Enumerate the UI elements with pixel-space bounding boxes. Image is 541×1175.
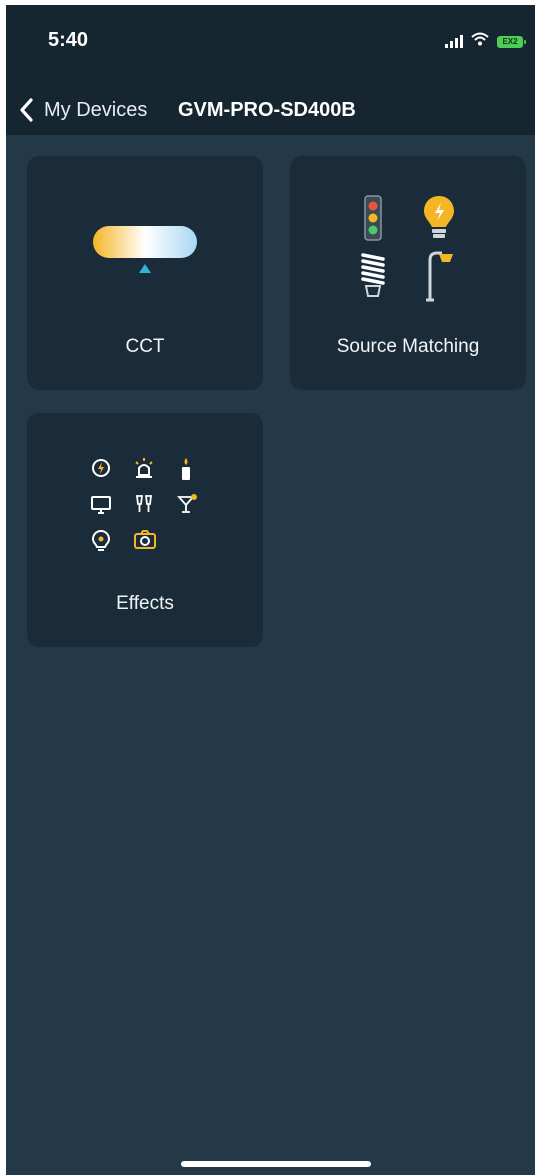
back-chevron-icon[interactable] (18, 95, 42, 125)
candle-icon (182, 458, 190, 480)
status-bar: 5:40 EX2 (6, 5, 535, 85)
home-indicator[interactable] (181, 1161, 371, 1167)
effects-tile[interactable]: Effects (27, 413, 263, 647)
app-screen: 5:40 EX2 My Devices GVM-PRO-SD400B CCT S… (6, 5, 535, 1175)
cfl-bulb-icon (361, 253, 385, 297)
effects-label: Effects (116, 593, 174, 614)
cct-gradient-icon (93, 226, 197, 273)
camera-icon (134, 530, 156, 549)
cheers-icon (135, 495, 153, 512)
police-light-icon (135, 458, 153, 478)
status-icons: EX2 (445, 32, 526, 51)
traffic-light-icon (364, 195, 382, 241)
cct-label: CCT (125, 336, 165, 357)
cct-tile[interactable]: CCT (27, 156, 263, 390)
navigation-bar: My Devices GVM-PRO-SD400B (6, 85, 535, 135)
status-time: 5:40 (48, 29, 89, 51)
wifi-icon (471, 32, 489, 51)
tv-icon (91, 496, 111, 514)
cellular-signal-icon (445, 35, 463, 48)
light-bulb-icon (424, 196, 454, 238)
source-matching-tile[interactable]: Source Matching (290, 156, 526, 390)
cocktail-icon (177, 494, 197, 513)
bulb-outline-icon (91, 529, 111, 551)
source-matching-icon (356, 194, 466, 304)
back-button[interactable]: My Devices (44, 99, 172, 122)
battery-icon: EX2 (497, 35, 526, 48)
lightning-icon (92, 459, 110, 477)
effects-grid-icon (90, 457, 200, 557)
street-lamp-icon (426, 251, 453, 302)
source-matching-label: Source Matching (336, 336, 480, 357)
page-title: GVM-PRO-SD400B (178, 98, 356, 121)
